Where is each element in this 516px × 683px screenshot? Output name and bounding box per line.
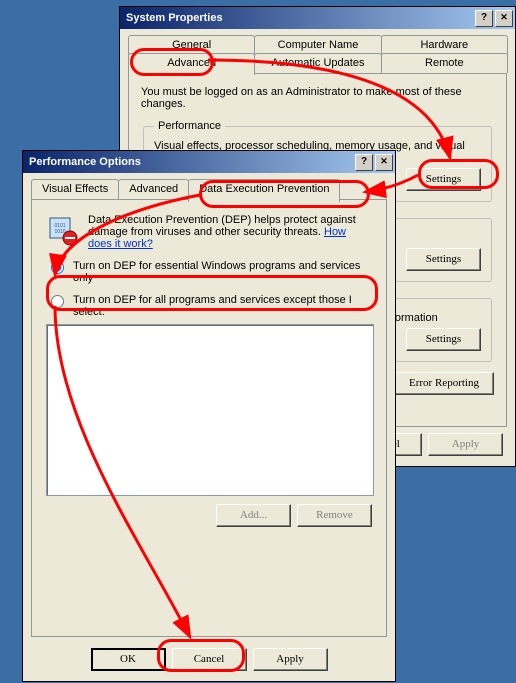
tab-dep[interactable]: Data Execution Prevention bbox=[188, 179, 340, 202]
perfopt-title: Performance Options bbox=[29, 156, 141, 168]
tab-automatic-updates[interactable]: Automatic Updates bbox=[254, 53, 381, 73]
system-properties-title: System Properties bbox=[126, 12, 223, 24]
sysprop-apply-button[interactable]: Apply bbox=[428, 433, 503, 456]
sysprop-tabs: General Computer Name Hardware Advanced … bbox=[128, 35, 507, 73]
help-icon[interactable] bbox=[355, 154, 373, 171]
dep-remove-button[interactable]: Remove bbox=[297, 504, 372, 527]
tab-general[interactable]: General bbox=[128, 35, 255, 55]
dep-radio-essential-input[interactable] bbox=[51, 261, 64, 274]
close-icon[interactable] bbox=[375, 154, 393, 171]
perfopt-apply-button[interactable]: Apply bbox=[253, 648, 328, 671]
dep-radio-all[interactable]: Turn on DEP for all programs and service… bbox=[46, 294, 372, 318]
perfopt-tabs: Visual Effects Advanced Data Execution P… bbox=[31, 179, 387, 199]
perfopt-tab-content: 0101 1010 Data Execution Prevention (DEP… bbox=[31, 199, 387, 637]
tab-computer-name[interactable]: Computer Name bbox=[254, 35, 381, 55]
dep-radio-all-input[interactable] bbox=[51, 295, 64, 308]
perfopt-titlebar[interactable]: Performance Options bbox=[23, 151, 395, 173]
perfopt-cancel-button[interactable]: Cancel bbox=[172, 648, 247, 671]
admin-note: You must be logged on as an Administrato… bbox=[141, 86, 494, 110]
group-performance-legend: Performance bbox=[154, 120, 225, 132]
dep-exceptions-list[interactable] bbox=[46, 324, 374, 496]
performance-options-window: Performance Options Visual Effects Advan… bbox=[22, 150, 396, 682]
dep-radio-all-label: Turn on DEP for all programs and service… bbox=[73, 294, 372, 318]
userprofiles-settings-button[interactable]: Settings bbox=[406, 248, 481, 271]
tab-advanced-perf[interactable]: Advanced bbox=[118, 179, 189, 200]
tab-remote[interactable]: Remote bbox=[381, 53, 508, 73]
tab-hardware[interactable]: Hardware bbox=[381, 35, 508, 55]
close-icon[interactable] bbox=[495, 10, 513, 27]
dep-description: Data Execution Prevention (DEP) helps pr… bbox=[88, 214, 356, 238]
tab-visual-effects[interactable]: Visual Effects bbox=[31, 179, 119, 200]
dep-chip-icon: 0101 1010 bbox=[46, 214, 78, 246]
error-reporting-button[interactable]: Error Reporting bbox=[394, 372, 494, 395]
performance-settings-button[interactable]: Settings bbox=[406, 168, 481, 191]
tab-advanced[interactable]: Advanced bbox=[128, 53, 255, 75]
startup-settings-button[interactable]: Settings bbox=[406, 328, 481, 351]
help-icon[interactable] bbox=[475, 10, 493, 27]
system-properties-titlebar[interactable]: System Properties bbox=[120, 7, 515, 29]
dep-add-button[interactable]: Add... bbox=[216, 504, 291, 527]
dep-radio-essential-label: Turn on DEP for essential Windows progra… bbox=[73, 260, 372, 284]
perfopt-ok-button[interactable]: OK bbox=[91, 648, 166, 671]
dep-radio-essential[interactable]: Turn on DEP for essential Windows progra… bbox=[46, 260, 372, 284]
